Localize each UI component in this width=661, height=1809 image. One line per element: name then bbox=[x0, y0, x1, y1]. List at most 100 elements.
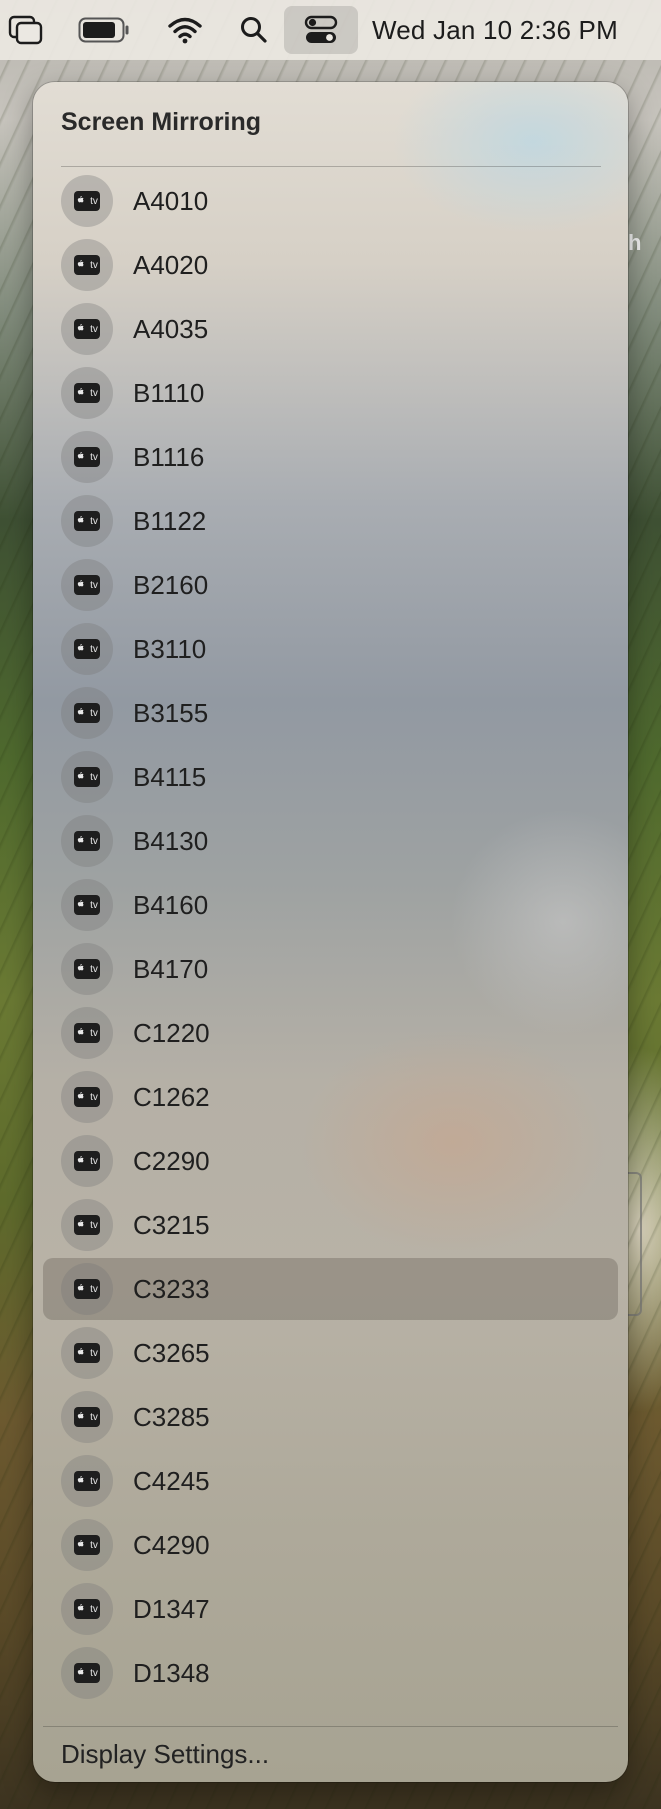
apple-tv-badge: tv bbox=[74, 959, 100, 979]
apple-tv-badge: tv bbox=[74, 895, 100, 915]
device-label: B4130 bbox=[133, 826, 209, 856]
device-label: B4115 bbox=[133, 762, 207, 792]
apple-tv-badge: tv bbox=[74, 639, 100, 659]
apple-tv-icon: tv bbox=[61, 623, 113, 675]
device-row[interactable]: tv A4010 bbox=[43, 170, 618, 232]
apple-tv-icon: tv bbox=[61, 751, 113, 803]
device-label: C3233 bbox=[133, 1274, 210, 1304]
apple-tv-badge: tv bbox=[74, 511, 100, 531]
apple-tv-badge-text: tv bbox=[90, 259, 98, 271]
device-label: C3285 bbox=[133, 1402, 210, 1432]
device-row[interactable]: tv B1116 bbox=[43, 426, 618, 488]
apple-tv-icon: tv bbox=[61, 943, 113, 995]
apple-tv-badge: tv bbox=[74, 1023, 100, 1043]
apple-tv-icon: tv bbox=[61, 1583, 113, 1635]
apple-tv-badge-text: tv bbox=[90, 579, 98, 591]
apple-tv-icon: tv bbox=[61, 879, 113, 931]
window-stack-icon[interactable] bbox=[6, 14, 46, 46]
apple-tv-icon: tv bbox=[61, 1327, 113, 1379]
device-row[interactable]: tv C3285 bbox=[43, 1386, 618, 1448]
control-center-icon[interactable] bbox=[284, 6, 358, 54]
apple-tv-badge: tv bbox=[74, 1599, 100, 1619]
wallpaper-partial-text: h bbox=[628, 230, 642, 255]
apple-tv-icon: tv bbox=[61, 559, 113, 611]
device-label: D1347 bbox=[133, 1594, 210, 1624]
device-row[interactable]: tv D1347 bbox=[43, 1578, 618, 1640]
apple-tv-badge: tv bbox=[74, 831, 100, 851]
device-label: B1116 bbox=[133, 442, 205, 472]
device-row[interactable]: tv C2290 bbox=[43, 1130, 618, 1192]
device-label: A4010 bbox=[133, 186, 209, 216]
apple-tv-icon: tv bbox=[61, 1263, 113, 1315]
display-settings-link[interactable]: Display Settings... bbox=[61, 1732, 269, 1776]
apple-tv-badge-text: tv bbox=[90, 707, 98, 719]
device-label: C1262 bbox=[133, 1082, 210, 1112]
device-row[interactable]: tv C3265 bbox=[43, 1322, 618, 1384]
apple-tv-badge-text: tv bbox=[90, 1347, 98, 1359]
device-row[interactable]: tv D1348 bbox=[43, 1642, 618, 1704]
apple-tv-badge: tv bbox=[74, 1343, 100, 1363]
apple-tv-badge: tv bbox=[74, 383, 100, 403]
apple-tv-icon: tv bbox=[61, 367, 113, 419]
device-row[interactable]: tv B3110 bbox=[43, 618, 618, 680]
device-row[interactable]: tv B4160 bbox=[43, 874, 618, 936]
apple-tv-icon: tv bbox=[61, 687, 113, 739]
device-row[interactable]: tv B4130 bbox=[43, 810, 618, 872]
device-row[interactable]: tv A4020 bbox=[43, 234, 618, 296]
apple-tv-badge: tv bbox=[74, 1087, 100, 1107]
apple-tv-badge: tv bbox=[74, 1279, 100, 1299]
apple-tv-badge: tv bbox=[74, 255, 100, 275]
panel-title: Screen Mirroring bbox=[61, 108, 262, 136]
device-row[interactable]: tv B2160 bbox=[43, 554, 618, 616]
apple-tv-icon: tv bbox=[61, 815, 113, 867]
apple-tv-icon: tv bbox=[61, 495, 113, 547]
device-row[interactable]: tv C3215 bbox=[43, 1194, 618, 1256]
apple-tv-badge-text: tv bbox=[90, 1539, 98, 1551]
device-row[interactable]: tv C1220 bbox=[43, 1002, 618, 1064]
apple-tv-badge-text: tv bbox=[90, 771, 98, 783]
apple-tv-badge: tv bbox=[74, 1535, 100, 1555]
divider bbox=[61, 166, 601, 167]
device-row[interactable]: tv B4115 bbox=[43, 746, 618, 808]
wifi-icon[interactable] bbox=[166, 14, 204, 46]
menu-bar-clock[interactable]: Wed Jan 10 2:36 PM bbox=[372, 0, 618, 60]
device-label: B2160 bbox=[133, 570, 209, 600]
apple-tv-icon: tv bbox=[61, 175, 113, 227]
apple-tv-badge: tv bbox=[74, 447, 100, 467]
menu-bar: Wed Jan 10 2:36 PM bbox=[0, 0, 661, 60]
battery-icon[interactable] bbox=[78, 16, 130, 44]
search-icon[interactable] bbox=[236, 14, 272, 46]
apple-tv-badge-text: tv bbox=[90, 323, 98, 335]
device-label: C4245 bbox=[133, 1466, 210, 1496]
device-row[interactable]: tv B3155 bbox=[43, 682, 618, 744]
device-label: B1122 bbox=[133, 506, 207, 536]
apple-tv-badge-text: tv bbox=[90, 1091, 98, 1103]
apple-tv-badge-text: tv bbox=[90, 835, 98, 847]
apple-tv-badge-text: tv bbox=[90, 643, 98, 655]
device-label: B4170 bbox=[133, 954, 209, 984]
apple-tv-badge-text: tv bbox=[90, 899, 98, 911]
apple-tv-badge-text: tv bbox=[90, 515, 98, 527]
device-row[interactable]: tv B1122 bbox=[43, 490, 618, 552]
apple-tv-icon: tv bbox=[61, 1071, 113, 1123]
divider bbox=[43, 1726, 618, 1727]
device-row[interactable]: tv C3233 bbox=[43, 1258, 618, 1320]
apple-tv-badge-text: tv bbox=[90, 963, 98, 975]
device-row[interactable]: tv C4290 bbox=[43, 1514, 618, 1576]
apple-tv-badge-text: tv bbox=[90, 1219, 98, 1231]
apple-tv-badge-text: tv bbox=[90, 451, 98, 463]
apple-tv-badge: tv bbox=[74, 575, 100, 595]
apple-tv-icon: tv bbox=[61, 1391, 113, 1443]
apple-tv-badge-text: tv bbox=[90, 1155, 98, 1167]
device-row[interactable]: tv B1110 bbox=[43, 362, 618, 424]
device-row[interactable]: tv B4170 bbox=[43, 938, 618, 1000]
apple-tv-badge: tv bbox=[74, 1215, 100, 1235]
background-window-edge bbox=[626, 1172, 642, 1316]
apple-tv-icon: tv bbox=[61, 1199, 113, 1251]
device-row[interactable]: tv C1262 bbox=[43, 1066, 618, 1128]
apple-tv-badge-text: tv bbox=[90, 1475, 98, 1487]
apple-tv-badge-text: tv bbox=[90, 1667, 98, 1679]
device-row[interactable]: tv A4035 bbox=[43, 298, 618, 360]
apple-tv-badge: tv bbox=[74, 1151, 100, 1171]
device-row[interactable]: tv C4245 bbox=[43, 1450, 618, 1512]
